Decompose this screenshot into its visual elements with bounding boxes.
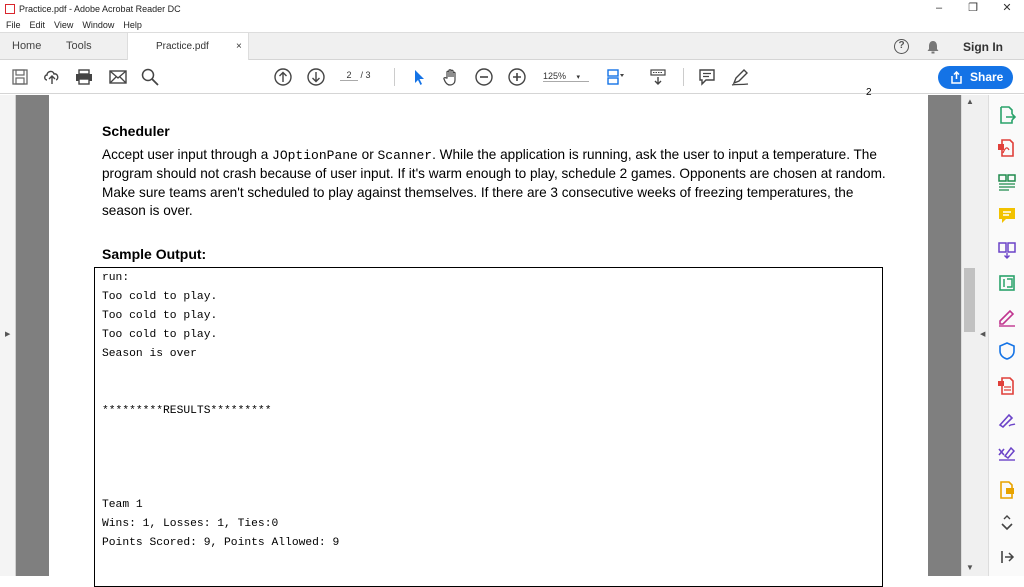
section-heading: Scheduler (102, 123, 170, 139)
scroll-mode-icon[interactable] (648, 67, 668, 87)
combine-files-icon[interactable] (997, 239, 1017, 259)
scrollbar-thumb[interactable] (964, 268, 975, 332)
tab-document-label: Practice.pdf (156, 41, 209, 52)
tab-bar: Home Tools Practice.pdf × ? Sign In (0, 32, 1024, 61)
page-number-text: 2 (866, 87, 872, 98)
protect-icon[interactable] (997, 341, 1017, 361)
sample-output-heading: Sample Output: (102, 246, 207, 262)
email-icon[interactable] (108, 67, 128, 87)
menu-window[interactable]: Window (82, 20, 114, 30)
menu-help[interactable]: Help (123, 20, 142, 30)
create-pdf-icon[interactable] (997, 138, 1017, 158)
zoom-value: 125% (543, 71, 567, 81)
page-indicator: 2 / 3 (340, 70, 371, 81)
acrobat-app-icon (5, 3, 15, 14)
sign-in-link[interactable]: Sign In (963, 33, 1003, 61)
share-button[interactable]: Share (938, 66, 1013, 89)
output-line: run: (102, 272, 130, 284)
tools-pane (988, 95, 1024, 576)
tab-document[interactable]: Practice.pdf × (127, 33, 249, 61)
expand-panel-icon[interactable] (997, 547, 1017, 567)
window-title: Practice.pdf - Adobe Acrobat Reader DC (19, 3, 181, 14)
page-display-icon[interactable] (605, 67, 625, 87)
close-window-button[interactable]: ✕ (990, 0, 1024, 17)
output-line: Wins: 1, Losses: 1, Ties:0 (102, 518, 279, 530)
next-page-icon[interactable] (306, 67, 326, 87)
toolbar-divider (394, 68, 395, 86)
code-scanner: Scanner (377, 148, 433, 163)
upload-icon[interactable] (42, 67, 62, 87)
zoom-in-icon[interactable] (507, 67, 527, 87)
zoom-select[interactable]: 125% ▾ (543, 71, 589, 82)
title-bar: Practice.pdf - Adobe Acrobat Reader DC –… (0, 0, 1024, 17)
organize-pages-icon[interactable] (997, 172, 1017, 192)
share-icon (951, 71, 962, 84)
close-tab-icon[interactable]: × (236, 33, 242, 61)
toolbar-divider (683, 68, 684, 86)
left-pane-toggle[interactable]: ▶ (0, 95, 16, 576)
vertical-scrollbar[interactable]: ▲ ▼ (961, 95, 977, 576)
help-icon[interactable]: ? (894, 39, 909, 54)
menu-file[interactable]: File (6, 20, 21, 30)
tab-home[interactable]: Home (12, 33, 41, 61)
chevron-down-icon: ▾ (576, 74, 581, 81)
output-line: Team 1 (102, 499, 143, 511)
fill-sign-icon[interactable] (997, 307, 1017, 327)
zoom-out-icon[interactable] (474, 67, 494, 87)
output-line: Too cold to play. (102, 291, 218, 303)
minimize-button[interactable]: – (922, 0, 956, 17)
comment-icon[interactable] (697, 67, 717, 87)
output-line: Points Scored: 9, Points Allowed: 9 (102, 537, 340, 549)
select-icon[interactable] (409, 67, 429, 87)
share-button-label: Share (970, 70, 1004, 84)
search-icon[interactable] (140, 67, 160, 87)
menu-edit[interactable]: Edit (30, 20, 46, 30)
page-total: / 3 (360, 70, 371, 80)
output-line: Season is over (102, 348, 197, 360)
prev-page-icon[interactable] (273, 67, 293, 87)
scroll-up-icon[interactable]: ▲ (966, 97, 974, 106)
paragraph-text: or (357, 147, 378, 162)
paragraph-text: Accept user input through a (102, 147, 273, 162)
restore-button[interactable]: ❐ (956, 0, 990, 17)
menu-bar: File Edit View Window Help (0, 17, 1024, 32)
collapse-icon[interactable] (997, 513, 1017, 533)
print-icon[interactable] (74, 67, 94, 87)
right-pane-toggle[interactable]: ◀ (977, 95, 988, 576)
output-line: Too cold to play. (102, 310, 218, 322)
draw-icon[interactable] (730, 67, 750, 87)
menu-view[interactable]: View (54, 20, 73, 30)
output-line: *********RESULTS********* (102, 405, 272, 417)
edit-pdf-icon[interactable] (997, 273, 1017, 293)
more-tools-icon[interactable] (997, 480, 1017, 500)
bell-icon[interactable] (926, 40, 940, 54)
output-line: Too cold to play. (102, 329, 218, 341)
scroll-down-icon[interactable]: ▼ (966, 563, 974, 572)
expand-left-pane-icon[interactable]: ▶ (5, 330, 10, 338)
hand-icon[interactable] (441, 67, 461, 87)
description-paragraph: Accept user input through a JOptionPane … (102, 146, 892, 220)
page-number-input[interactable]: 2 (340, 70, 358, 81)
tab-tools[interactable]: Tools (66, 33, 92, 61)
comment-tool-icon[interactable] (997, 205, 1017, 225)
sign-icon[interactable] (997, 410, 1017, 430)
export-pdf-icon[interactable] (997, 105, 1017, 125)
code-joptionpane: JOptionPane (272, 148, 358, 163)
print-production-icon[interactable] (997, 376, 1017, 396)
save-icon[interactable] (10, 67, 30, 87)
collapse-right-pane-icon[interactable]: ◀ (980, 330, 985, 338)
redact-icon[interactable] (997, 443, 1017, 463)
